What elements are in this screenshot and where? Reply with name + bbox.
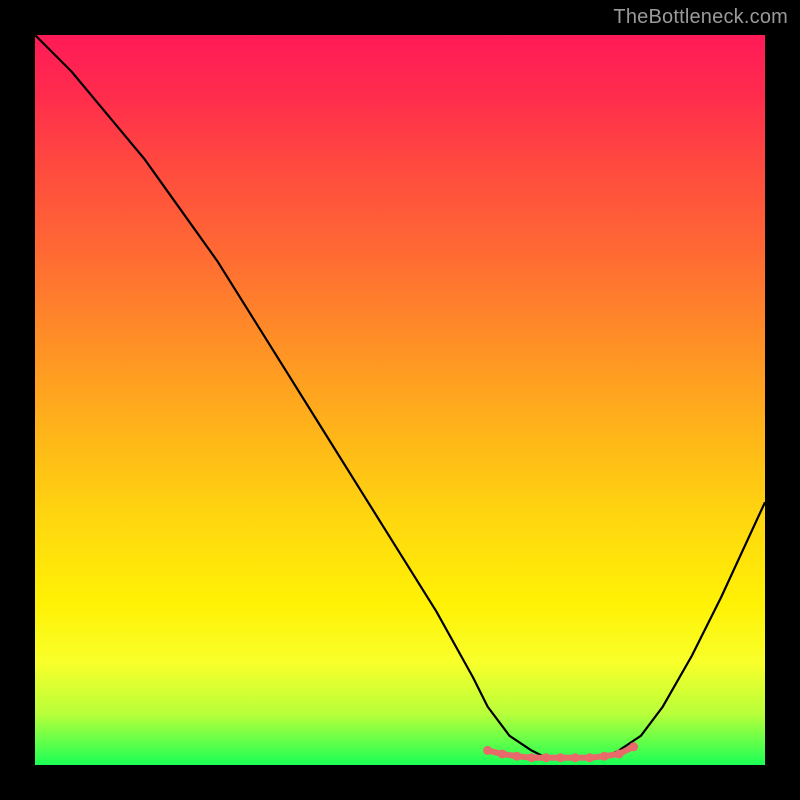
marker-dot: [542, 753, 551, 762]
marker-dot: [600, 752, 609, 761]
watermark-text: TheBottleneck.com: [613, 6, 788, 29]
bottleneck-curve-path: [35, 35, 765, 758]
marker-dot: [498, 750, 507, 759]
plot-area: [35, 35, 765, 765]
marker-dot: [483, 746, 492, 755]
marker-dot: [615, 750, 624, 759]
marker-dot: [512, 752, 521, 761]
optimal-zone-markers: [483, 742, 638, 762]
chart-frame: TheBottleneck.com: [0, 0, 800, 800]
marker-dot: [585, 753, 594, 762]
marker-dot: [629, 742, 638, 751]
marker-dot: [527, 753, 536, 762]
curve-svg: [35, 35, 765, 765]
marker-dot: [571, 753, 580, 762]
marker-dot: [556, 753, 565, 762]
